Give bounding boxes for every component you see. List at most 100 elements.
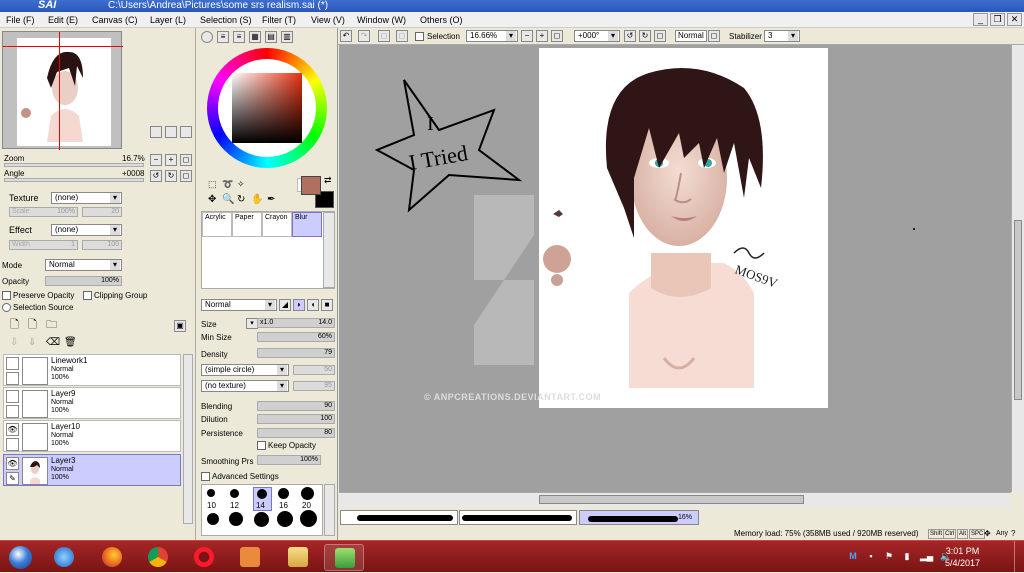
deselect-icon[interactable]: ◻	[378, 30, 390, 42]
hand-tool-icon[interactable]: ✋	[251, 195, 263, 205]
width-num[interactable]: 100	[82, 240, 122, 250]
brush-grid-scrollbar[interactable]	[323, 212, 335, 288]
size-slider[interactable]: x1.0 14.0	[257, 318, 335, 328]
layer-item-linework1[interactable]: Linework1 Normal 100%	[3, 354, 181, 386]
taskbar-firefox[interactable]	[92, 544, 132, 571]
size-grid-scrollbar[interactable]	[324, 484, 335, 536]
magic-wand-icon[interactable]: ✧	[237, 179, 245, 189]
preserve-opacity-checkbox[interactable]	[2, 291, 11, 300]
size-dot[interactable]	[301, 487, 314, 500]
delete-layer-icon[interactable]: 🗑	[64, 338, 77, 348]
canvas-horizontal-scrollbar[interactable]	[339, 492, 1011, 507]
nav-small-icon[interactable]	[150, 126, 162, 138]
rotate-reset-icon[interactable]: ◻	[654, 30, 666, 42]
smoothing-slider[interactable]: 100%	[257, 455, 321, 465]
rotate-left-icon[interactable]: ↺	[150, 170, 162, 182]
palette-tab-icon[interactable]: ▥	[281, 31, 293, 43]
zoom-out-icon[interactable]: −	[521, 30, 533, 42]
document-tab-active[interactable]: 16%	[579, 510, 699, 525]
angle-slider[interactable]	[4, 178, 144, 182]
lock-toggle[interactable]	[6, 372, 19, 385]
angle-select[interactable]: +000°	[574, 30, 620, 42]
brush-shape-select[interactable]: (simple circle)	[201, 364, 289, 376]
lock-toggle[interactable]	[6, 438, 19, 451]
invert-selection-icon[interactable]: ◻	[396, 30, 408, 42]
taskbar-media[interactable]	[230, 544, 270, 571]
zoom-tool-icon[interactable]: 🔍	[222, 195, 234, 205]
minimize-icon[interactable]: _	[973, 13, 988, 26]
document-tab[interactable]	[459, 510, 577, 525]
system-clock[interactable]: 3:01 PM 5/4/2017	[945, 545, 980, 569]
zoom-in-icon[interactable]: +	[536, 30, 548, 42]
keep-opacity-checkbox[interactable]	[257, 441, 266, 450]
layer-mask-icon[interactable]: ▣	[174, 320, 186, 332]
menu-layer[interactable]: Layer (L)	[150, 14, 186, 26]
selection-checkbox[interactable]	[415, 32, 424, 41]
density-slider[interactable]: 79	[257, 348, 335, 358]
size-dot[interactable]	[300, 510, 317, 527]
canvas-vertical-scrollbar[interactable]	[1011, 45, 1024, 492]
lock-toggle[interactable]	[6, 405, 19, 418]
shape-square-icon[interactable]: ■	[321, 299, 333, 311]
clear-layer-icon[interactable]: ⌫	[46, 338, 60, 348]
menu-filter[interactable]: Filter (T)	[262, 14, 296, 26]
rotate-ccw-icon[interactable]: ↺	[624, 30, 636, 42]
layer-mode-select[interactable]: Normal	[45, 259, 122, 271]
selection-source-radio[interactable]	[2, 303, 11, 312]
start-button[interactable]	[2, 544, 38, 571]
merge-down-icon[interactable]: ⇓	[28, 338, 36, 348]
zoom-reset-icon[interactable]: ◻	[180, 154, 192, 166]
size-dot[interactable]	[207, 489, 215, 497]
size-dot[interactable]	[257, 489, 267, 499]
brush-texture-select[interactable]: (no texture)	[201, 380, 289, 392]
size-dot[interactable]	[277, 511, 293, 527]
blending-slider[interactable]: 90	[257, 401, 335, 411]
menu-view[interactable]: View (V)	[311, 14, 345, 26]
brush-texture-num[interactable]: 95	[293, 381, 335, 391]
swatches-tab-icon[interactable]: ▦	[249, 31, 261, 43]
swap-colors-icon[interactable]: ⇄	[324, 175, 332, 185]
color-wheel-tab-icon[interactable]	[201, 31, 213, 43]
restore-icon[interactable]: ❐	[990, 13, 1005, 26]
shape-flat-icon[interactable]: ◢	[279, 299, 291, 311]
advanced-settings-checkbox[interactable]	[201, 472, 210, 481]
undo-icon[interactable]: ↶	[340, 30, 352, 42]
visibility-toggle[interactable]	[6, 390, 19, 403]
menu-window[interactable]: Window (W)	[357, 14, 406, 26]
texture-select[interactable]: (none)	[51, 192, 122, 204]
eye-icon[interactable]: 👁	[6, 457, 19, 470]
blend-mode-select[interactable]: Normal	[201, 299, 277, 311]
close-icon[interactable]: ✕	[1007, 13, 1022, 26]
shape-round-icon[interactable]: ◗	[293, 299, 305, 311]
brush-blur[interactable]: Blur	[292, 212, 322, 237]
show-desktop-button[interactable]	[1014, 541, 1024, 573]
zoom-in-icon[interactable]: +	[165, 154, 177, 166]
size-dot[interactable]	[207, 513, 219, 525]
canvas-page[interactable]: MOS9V	[539, 48, 828, 408]
hsv-slider-tab-icon[interactable]: ≡	[233, 31, 245, 43]
opacity-slider[interactable]: 100%	[45, 276, 122, 286]
zoom-slider[interactable]	[4, 163, 144, 167]
selection-tool-icon[interactable]: ⬚	[208, 179, 217, 189]
zoom-select[interactable]: 16.66%	[466, 30, 518, 42]
rotate-right-icon[interactable]: ↻	[165, 170, 177, 182]
rotate-reset-icon[interactable]: ◻	[180, 170, 192, 182]
rotate-cw-icon[interactable]: ↻	[639, 30, 651, 42]
min-size-slider[interactable]: 60%	[257, 332, 335, 342]
redo-icon[interactable]: ↷	[358, 30, 370, 42]
effect-select[interactable]: (none)	[51, 224, 122, 236]
size-dot[interactable]	[230, 489, 239, 498]
transfer-down-icon[interactable]: ⇩	[10, 338, 18, 348]
rotate-tool-icon[interactable]: ↻	[237, 195, 245, 205]
eye-icon[interactable]: 👁	[6, 423, 19, 436]
brush-icon[interactable]: ✎	[6, 472, 19, 485]
new-linework-layer-icon[interactable]: 🗋	[28, 320, 37, 331]
lasso-tool-icon[interactable]: ➰	[222, 179, 233, 189]
brush-crayon[interactable]: Crayon	[262, 212, 292, 237]
zoom-fit-icon[interactable]: ◻	[551, 30, 563, 42]
canvas-area[interactable]: I I Tried MOS9V © ANPCREATIONS.DEVIANTAR…	[339, 45, 1011, 492]
new-layer-icon[interactable]: 🗋	[10, 320, 19, 331]
primary-color-swatch[interactable]	[301, 176, 321, 195]
nav-small-icon[interactable]	[165, 126, 177, 138]
taskbar-opera[interactable]	[184, 544, 224, 571]
